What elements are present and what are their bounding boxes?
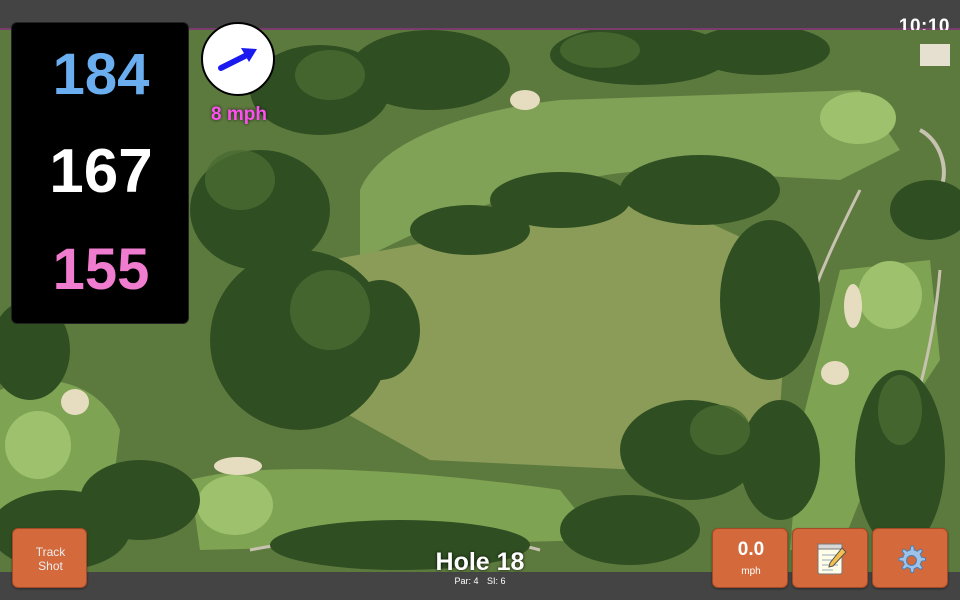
hole-stroke-index: SI: 6 bbox=[487, 576, 506, 586]
front-yardage: 155 bbox=[52, 237, 150, 302]
hole-details: Par: 4 SI: 6 bbox=[380, 576, 580, 586]
speed-button[interactable]: 0.0 mph bbox=[712, 528, 788, 588]
track-shot-button[interactable]: Track Shot bbox=[12, 528, 87, 588]
back-yardage: 184 bbox=[52, 42, 150, 107]
wind-direction-dial bbox=[201, 22, 275, 96]
speed-unit: mph bbox=[741, 566, 761, 577]
settings-button[interactable] bbox=[872, 528, 948, 588]
hole-title: Hole 18 bbox=[435, 548, 525, 576]
notes-button[interactable] bbox=[792, 528, 868, 588]
track-shot-label-line2: Shot bbox=[38, 559, 63, 573]
speed-value: 0.0 bbox=[737, 539, 765, 560]
yardage-panel: 184 167 155 bbox=[11, 22, 189, 324]
track-shot-label-line1: Track bbox=[35, 545, 66, 559]
wind-speed-label: 8 mph bbox=[211, 104, 267, 125]
hole-par: Par: 4 bbox=[454, 576, 479, 586]
gear-icon bbox=[898, 545, 926, 573]
middle-yardage: 167 bbox=[49, 137, 153, 206]
notepad-icon bbox=[817, 543, 847, 575]
wind-arrow-icon bbox=[218, 48, 257, 71]
